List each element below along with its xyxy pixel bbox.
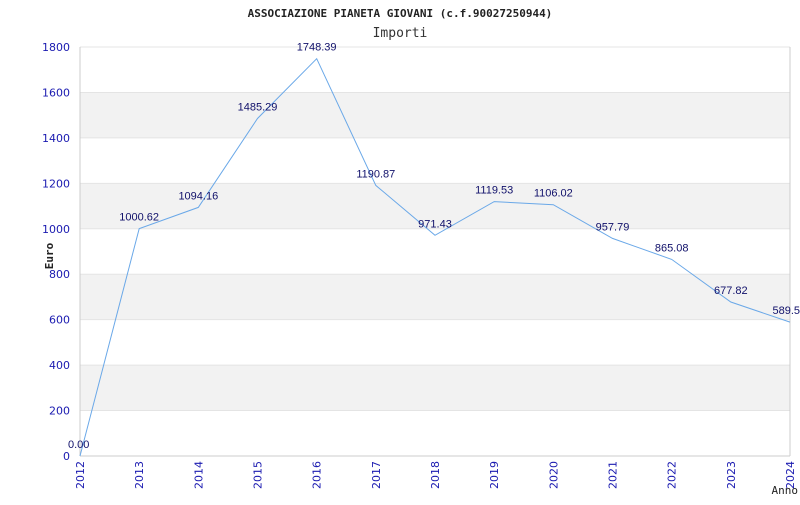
y-tick-label: 1000 (42, 223, 70, 236)
x-tick-label: 2016 (311, 461, 324, 489)
grid-band (80, 365, 790, 411)
y-tick-label: 1200 (42, 177, 70, 190)
data-label: 1094.16 (178, 190, 218, 202)
data-label: 971.43 (418, 218, 452, 230)
x-tick-label: 2019 (488, 461, 501, 489)
y-tick-label: 1600 (42, 86, 70, 99)
data-label: 589.5 (772, 305, 800, 317)
data-label: 1485.29 (238, 102, 278, 114)
y-tick-label: 1800 (42, 41, 70, 54)
y-tick-label: 200 (49, 405, 70, 418)
x-tick-label: 2017 (370, 461, 383, 489)
data-label: 1000.62 (119, 212, 159, 224)
data-label: 1119.53 (475, 185, 513, 197)
data-label: 1748.39 (297, 42, 337, 54)
line-chart: ASSOCIAZIONE PIANETA GIOVANI (c.f.900272… (42, 7, 800, 497)
data-label: 0.00 (68, 439, 89, 451)
x-tick-label: 2013 (133, 461, 146, 489)
x-tick-label: 2014 (192, 461, 205, 489)
data-label: 1190.87 (356, 168, 395, 180)
x-tick-label: 2015 (252, 461, 265, 489)
data-label: 677.82 (714, 285, 748, 297)
x-tick-label: 2018 (429, 461, 442, 489)
y-tick-label: 400 (49, 359, 70, 372)
data-label: 865.08 (655, 242, 689, 254)
y-axis-label: Euro (43, 242, 56, 269)
chart-title: ASSOCIAZIONE PIANETA GIOVANI (c.f.900272… (248, 7, 553, 20)
chart-container: ASSOCIAZIONE PIANETA GIOVANI (c.f.900272… (0, 0, 800, 500)
x-tick-label: 2020 (547, 461, 560, 489)
x-axis-ticks: 2012 2013 2014 2015 2016 2017 2018 2019 2020 2021… (74, 461, 797, 489)
x-tick-label: 2012 (74, 461, 87, 489)
x-axis-label: Anno (772, 484, 799, 497)
x-tick-label: 2021 (607, 461, 620, 489)
y-tick-label: 0 (63, 450, 70, 463)
data-label: 957.79 (596, 221, 630, 233)
grid-band (80, 274, 790, 320)
chart-subtitle: Importi (373, 26, 428, 41)
data-label: 1106.02 (534, 188, 573, 200)
x-tick-label: 2023 (725, 461, 738, 489)
x-tick-label: 2022 (666, 461, 679, 489)
y-tick-label: 600 (49, 314, 70, 327)
grid-band (80, 92, 790, 138)
y-tick-label: 1400 (42, 132, 70, 145)
